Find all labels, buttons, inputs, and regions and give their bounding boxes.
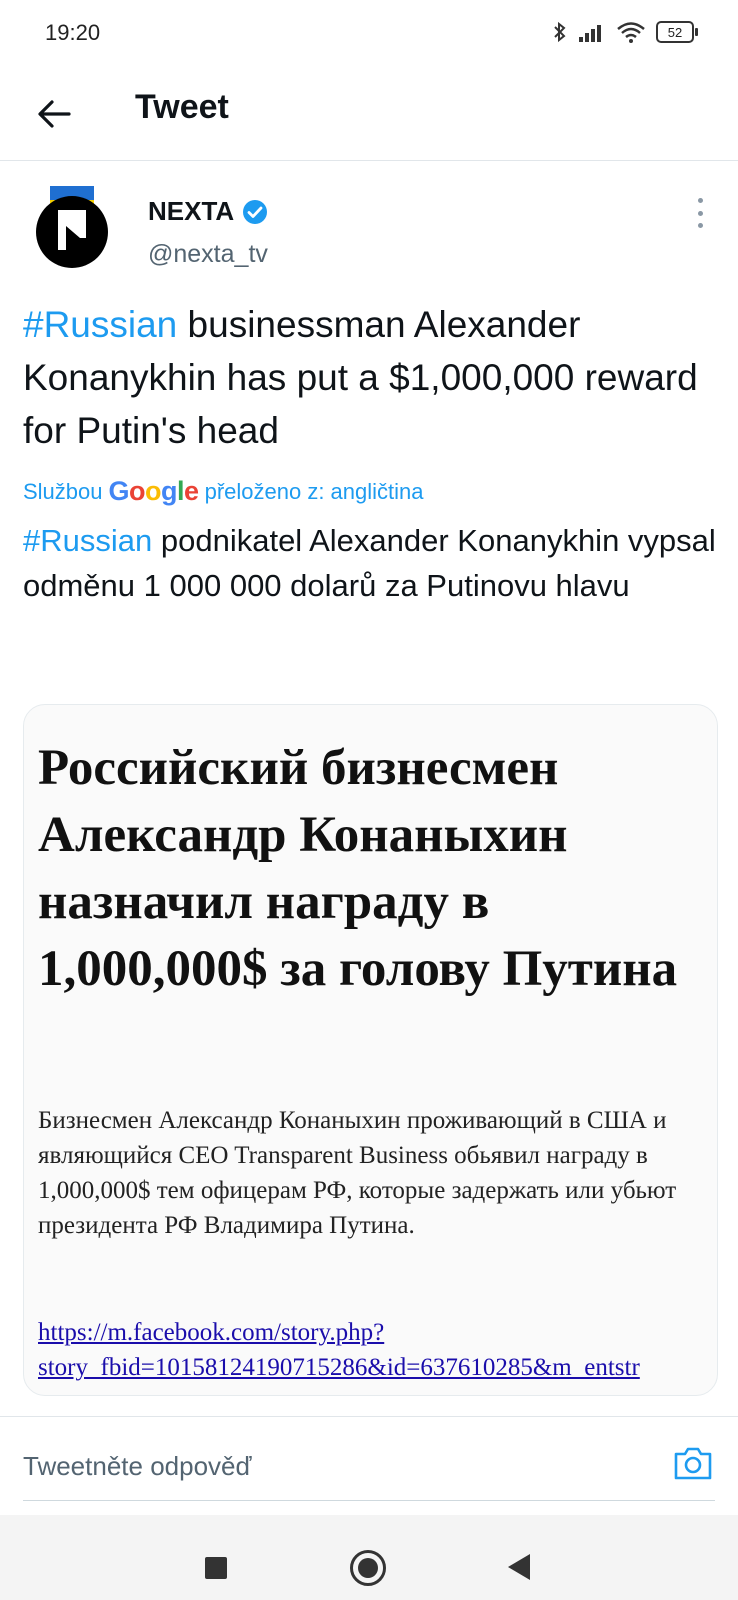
translation-hashtag-link[interactable]: #Russian xyxy=(23,523,152,558)
reply-input[interactable]: Tweetněte odpověď xyxy=(23,1451,251,1482)
top-app-bar: Tweet xyxy=(0,70,738,161)
home-button[interactable] xyxy=(350,1550,386,1586)
signal-icon xyxy=(579,25,601,42)
image-link-line-1: https://m.facebook.com/story.php? xyxy=(38,1319,385,1346)
translation-text: #Russian podnikatel Alexander Konanykhin… xyxy=(23,518,723,608)
avatar[interactable] xyxy=(36,186,112,270)
tweet-text: #Russian businessman Alexander Konanykhi… xyxy=(23,298,713,457)
translated-by[interactable]: Službou Google přeloženo z: angličtina xyxy=(23,476,424,507)
image-link-line-2: story_fbid=10158124190715286&id=63761028… xyxy=(38,1354,640,1381)
home-icon xyxy=(358,1558,378,1578)
google-logo: Google xyxy=(108,476,200,506)
more-dot-icon xyxy=(697,210,703,216)
image-body-text: Бизнесмен Александр Конаныхин проживающи… xyxy=(38,1107,677,1239)
back-button[interactable] xyxy=(32,92,76,136)
author-handle[interactable]: @nexta_tv xyxy=(148,240,268,269)
page-title: Tweet xyxy=(135,88,229,126)
camera-icon[interactable] xyxy=(673,1445,713,1481)
status-time: 19:20 xyxy=(45,20,101,45)
battery-icon: 52 xyxy=(656,21,698,43)
more-dot-icon xyxy=(697,198,703,203)
author-name-text: NEXTA xyxy=(148,196,235,226)
bluetooth-icon xyxy=(554,21,566,43)
more-dot-icon xyxy=(697,223,703,228)
translated-suffix: přeloženo z: angličtina xyxy=(204,478,424,504)
translated-prefix: Službou xyxy=(23,478,103,504)
arrow-left-icon xyxy=(38,100,71,128)
recent-apps-button[interactable] xyxy=(205,1557,227,1579)
image-headline: Российский бизнесмен Александр Конаныхин… xyxy=(38,740,678,997)
tweet-image[interactable]: Российский бизнесмен Александр Конаныхин… xyxy=(23,704,718,1396)
wifi-icon xyxy=(617,22,645,43)
system-back-button[interactable] xyxy=(508,1554,530,1580)
reply-underline xyxy=(23,1500,715,1501)
system-navigation-bar xyxy=(0,1515,738,1600)
more-options-button[interactable] xyxy=(690,198,710,228)
verified-badge-icon xyxy=(243,199,268,224)
status-icons: 52 xyxy=(552,20,698,44)
hashtag-link[interactable]: #Russian xyxy=(23,304,177,345)
image-link-text: https://m.facebook.com/story.php? story_… xyxy=(38,1315,717,1385)
author-name[interactable]: NEXTA xyxy=(148,196,268,227)
status-bar: 19:20 52 xyxy=(0,0,738,70)
